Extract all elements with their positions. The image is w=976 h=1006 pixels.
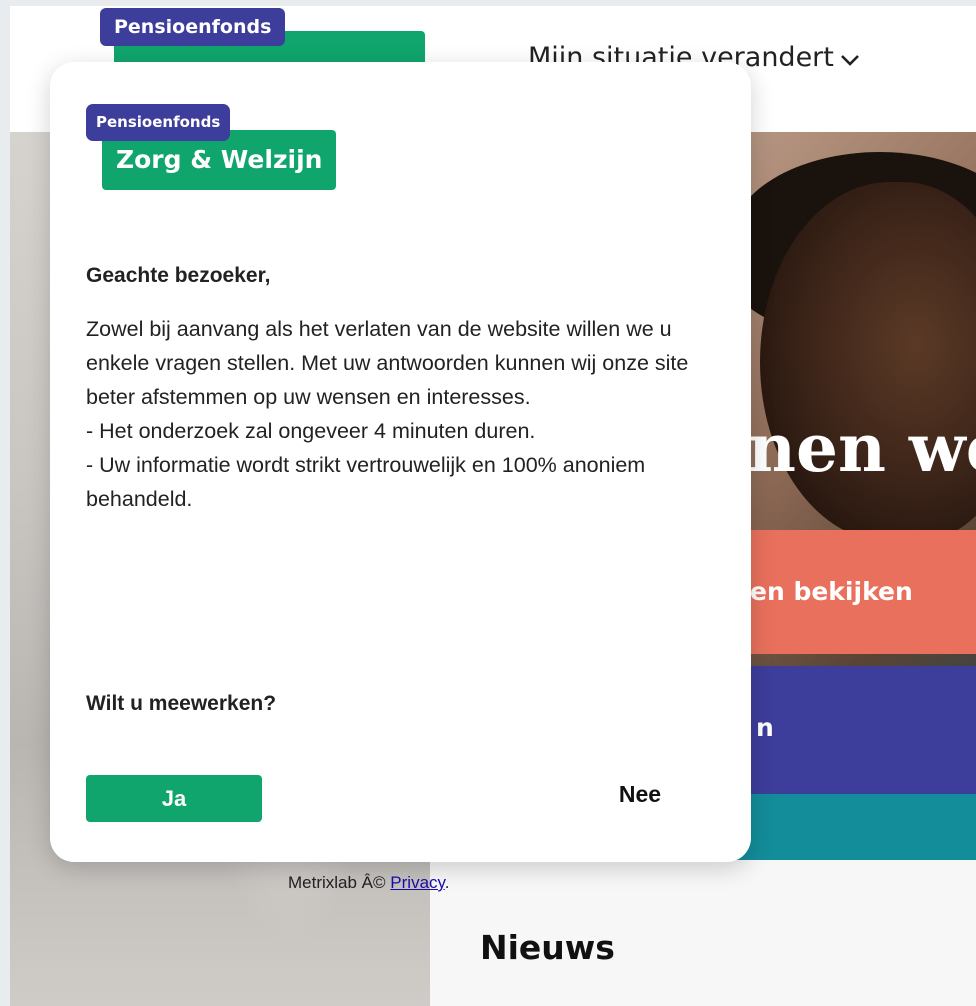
survey-credit: Metrixlab Â© Privacy. [288,872,450,894]
modal-body-privacy: - Uw informatie wordt strikt vertrouweli… [86,453,646,511]
chevron-down-icon [840,39,860,79]
news-heading: Nieuws [480,928,615,967]
yes-button[interactable]: Ja [86,775,262,822]
website-page: Pensioenfonds Mijn situatie verandert nn… [10,6,976,1006]
modal-body-intro: Zowel bij aanvang als het verlaten van d… [86,317,689,409]
hero-cta-primary-label: en bekijken [750,577,913,606]
modal-greeting: Geachte bezoeker, [86,264,271,287]
survey-modal: Zorg & Welzijn Pensioenfonds Geachte bez… [50,62,751,862]
modal-question: Wilt u meewerken? [86,692,277,715]
site-logo-tag[interactable]: Pensioenfonds [100,8,286,46]
credit-period: . [444,873,450,892]
no-button[interactable]: Nee [590,774,690,814]
modal-body: Zowel bij aanvang als het verlaten van d… [86,312,706,516]
privacy-link[interactable]: Privacy [390,873,444,892]
modal-body-duration: - Het onderzoek zal ongeveer 4 minuten d… [86,419,536,443]
modal-logo-tag: Pensioenfonds [86,104,231,141]
hero-cta-secondary-label: n [756,713,774,742]
credit-text: Metrixlab Â© [288,873,386,892]
